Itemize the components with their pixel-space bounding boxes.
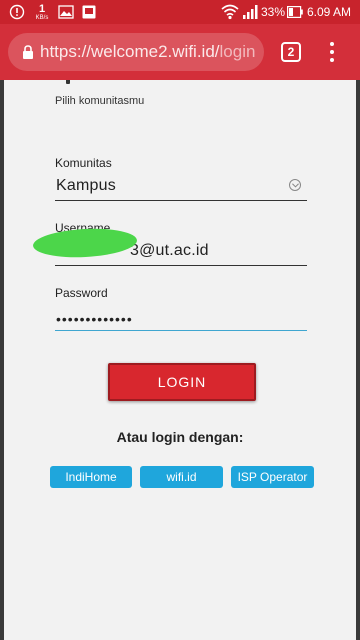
signal-icon — [243, 0, 259, 24]
alt-login-label: Atau login dengan: — [116, 429, 244, 445]
url-rest: login — [219, 42, 256, 61]
battery-icon — [287, 0, 303, 24]
net-speed-value: 1 — [38, 2, 46, 15]
url-main: https://welcome2.wifi.id/ — [40, 42, 220, 61]
tab-switcher-button[interactable]: 2 — [281, 42, 301, 62]
address-bar[interactable]: https://welcome2.wifi.id/login — [8, 33, 264, 71]
url-text: https://welcome2.wifi.id/login — [40, 42, 255, 62]
community-label: Komunitas — [55, 156, 112, 170]
net-speed-unit: KB/s — [35, 14, 49, 21]
overflow-menu-icon[interactable] — [321, 40, 343, 64]
community-select[interactable]: Kampus — [55, 169, 307, 201]
net-speed-indicator: 1 KB/s — [32, 0, 52, 24]
wifi-id-login-button[interactable]: wifi.id — [140, 466, 223, 488]
password-value: ••••••••••••• — [56, 311, 133, 327]
battery-percent: 33% — [261, 5, 286, 19]
dropdown-icon — [289, 179, 301, 191]
lock-icon — [22, 44, 34, 60]
password-field[interactable]: ••••••••••••• — [55, 299, 307, 331]
login-page: Pilih komunitasmu Komunitas Kampus Usern… — [4, 80, 356, 640]
password-label: Password — [55, 286, 108, 300]
browser-toolbar: https://welcome2.wifi.id/login 2 — [0, 24, 360, 80]
wifi-icon — [221, 0, 239, 24]
alert-icon — [9, 0, 25, 24]
community-subtitle: Pilih komunitasmu — [55, 95, 145, 107]
isp-operator-login-button[interactable]: ISP Operator — [231, 466, 314, 488]
indihome-login-button[interactable]: IndiHome — [50, 466, 132, 488]
username-value: 3@ut.ac.id — [130, 242, 209, 259]
status-bar: 1 KB/s 33% 6.09 AM — [0, 0, 360, 24]
image-icon — [58, 0, 74, 24]
clipped-heading — [66, 80, 102, 86]
clock: 6.09 AM — [307, 5, 352, 19]
community-value: Kampus — [56, 177, 116, 194]
gallery-icon — [82, 0, 96, 24]
login-button[interactable]: LOGIN — [108, 363, 256, 401]
